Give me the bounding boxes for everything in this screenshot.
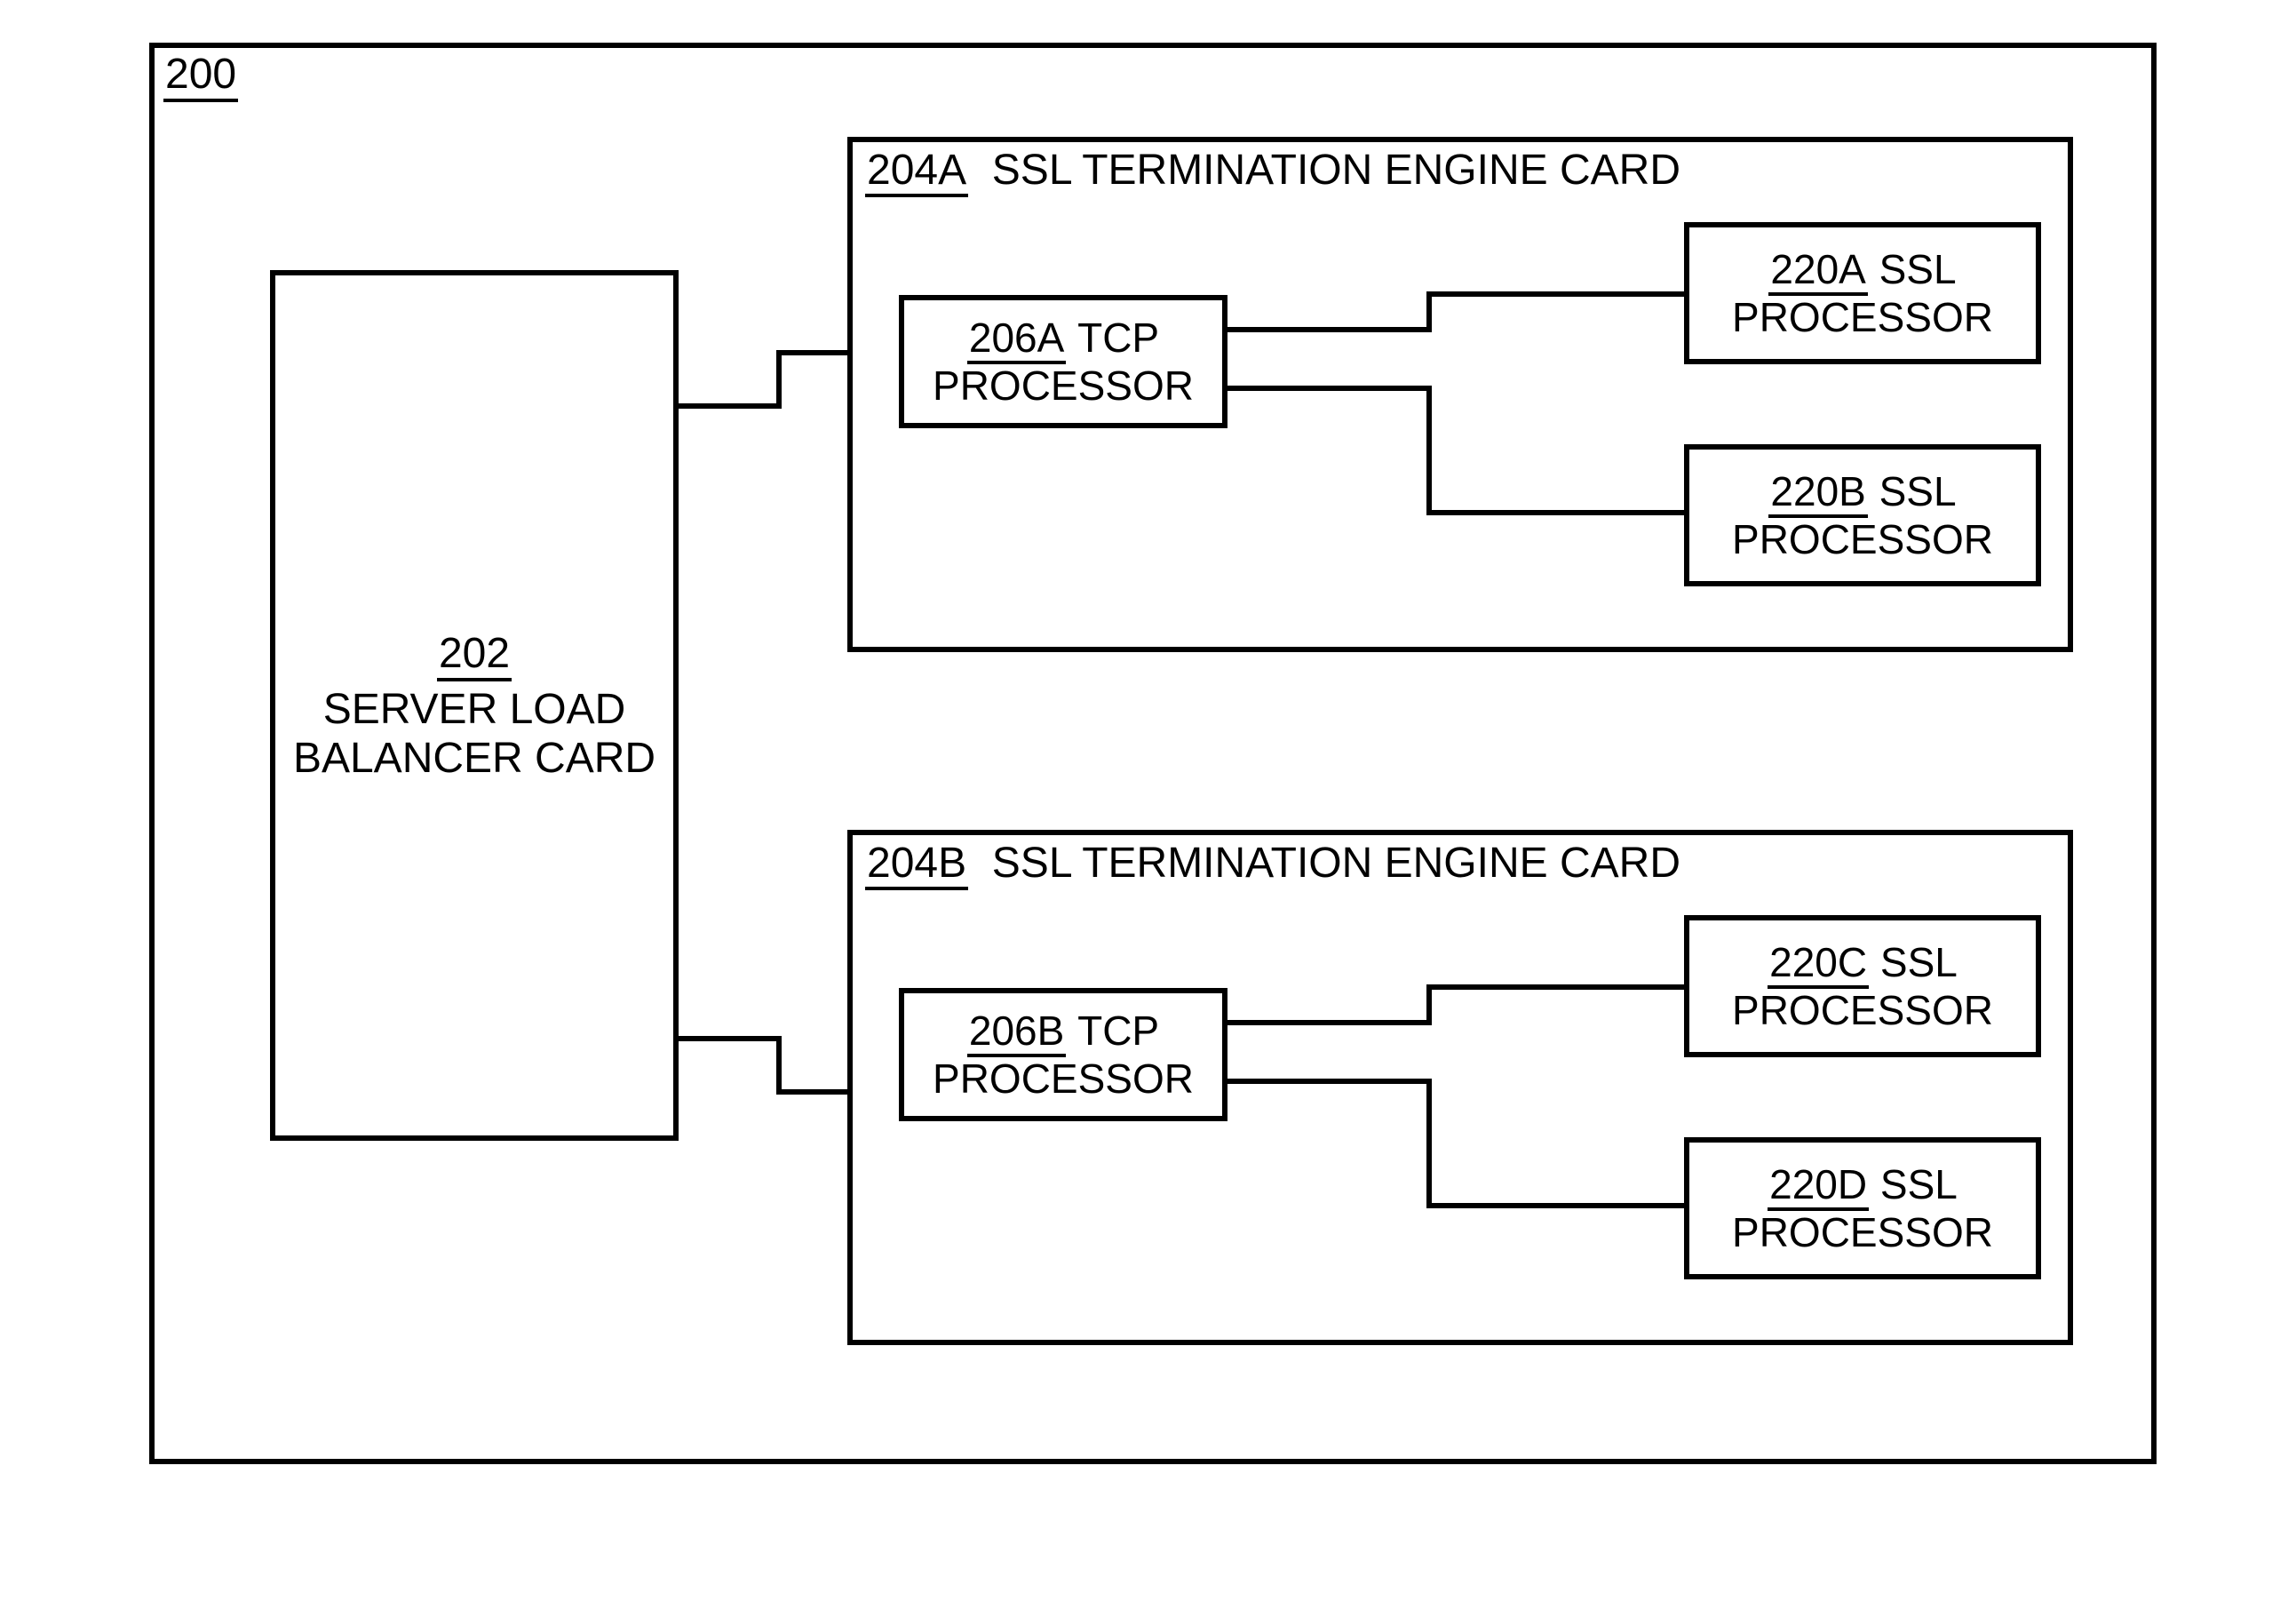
tcp-b-label-top: TCP bbox=[1077, 1008, 1159, 1054]
ssl-220a-label-bottom: PROCESSOR bbox=[1732, 293, 1993, 341]
ssl-processor-220b: 220B SSL PROCESSOR bbox=[1684, 444, 2041, 586]
connector-line bbox=[1426, 291, 1689, 297]
tcp-processor-a: 206A TCP PROCESSOR bbox=[899, 295, 1227, 428]
connector-line bbox=[1426, 291, 1432, 332]
connector-line bbox=[1227, 327, 1432, 332]
figure-number: 200 bbox=[163, 50, 238, 102]
ssl-processor-220a: 220A SSL PROCESSOR bbox=[1684, 222, 2041, 364]
ssl-termination-engine-card-b: 204B SSL TERMINATION ENGINE CARD 206B TC… bbox=[847, 830, 2073, 1345]
connector-line bbox=[1227, 386, 1432, 391]
connector-line bbox=[679, 403, 776, 409]
slb-ref: 202 bbox=[437, 629, 512, 681]
connector-line bbox=[776, 1036, 782, 1095]
ssl-220c-ref: 220C bbox=[1768, 939, 1869, 989]
figure-outer-box: 200 202 SERVER LOAD BALANCER CARD 204A S… bbox=[149, 43, 2157, 1464]
ssl-220b-label-top: SSL bbox=[1879, 468, 1957, 514]
tcp-b-ref: 206B bbox=[967, 1008, 1066, 1057]
tcp-processor-b: 206B TCP PROCESSOR bbox=[899, 988, 1227, 1121]
connector-line bbox=[776, 350, 847, 355]
ssl-processor-220c: 220C SSL PROCESSOR bbox=[1684, 915, 2041, 1057]
ssl-220d-label-bottom: PROCESSOR bbox=[1732, 1208, 1993, 1256]
ssl-220a-label-top: SSL bbox=[1879, 246, 1957, 292]
connector-line bbox=[1426, 984, 1689, 990]
engine-card-a-title: 204A SSL TERMINATION ENGINE CARD bbox=[865, 146, 1680, 195]
connector-line bbox=[1426, 1203, 1689, 1208]
ssl-220b-ref: 220B bbox=[1768, 468, 1867, 518]
ssl-220c-label-bottom: PROCESSOR bbox=[1732, 986, 1993, 1034]
tcp-a-label-top: TCP bbox=[1077, 315, 1159, 361]
engine-card-b-title-text: SSL TERMINATION ENGINE CARD bbox=[992, 840, 1680, 887]
ssl-220d-ref: 220D bbox=[1768, 1161, 1869, 1211]
ssl-220d-label-top: SSL bbox=[1880, 1161, 1958, 1207]
ssl-220a-ref: 220A bbox=[1768, 246, 1867, 296]
connector-line bbox=[1426, 1079, 1432, 1208]
engine-card-a-title-text: SSL TERMINATION ENGINE CARD bbox=[992, 147, 1680, 194]
ssl-220d-row1: 220D SSL bbox=[1768, 1160, 1958, 1208]
server-load-balancer-card: 202 SERVER LOAD BALANCER CARD bbox=[270, 270, 679, 1141]
connector-line bbox=[1426, 386, 1432, 515]
connector-line bbox=[1227, 1079, 1432, 1084]
connector-line bbox=[1227, 1020, 1432, 1025]
ssl-termination-engine-card-a: 204A SSL TERMINATION ENGINE CARD 206A TC… bbox=[847, 137, 2073, 652]
engine-card-a-ref: 204A bbox=[865, 147, 968, 197]
connector-line bbox=[1426, 510, 1689, 515]
engine-card-b-ref: 204B bbox=[865, 840, 968, 890]
engine-card-b-title: 204B SSL TERMINATION ENGINE CARD bbox=[865, 839, 1680, 888]
tcp-a-ref: 206A bbox=[967, 315, 1066, 364]
tcp-a-label-bottom: PROCESSOR bbox=[933, 362, 1194, 410]
ssl-processor-220d: 220D SSL PROCESSOR bbox=[1684, 1137, 2041, 1279]
connector-line bbox=[1426, 984, 1432, 1025]
tcp-a-row1: 206A TCP bbox=[967, 314, 1159, 362]
connector-line bbox=[679, 1036, 776, 1041]
tcp-b-row1: 206B TCP bbox=[967, 1007, 1159, 1055]
connector-line bbox=[776, 350, 782, 409]
tcp-b-label-bottom: PROCESSOR bbox=[933, 1055, 1194, 1103]
ssl-220a-row1: 220A SSL bbox=[1768, 245, 1956, 293]
ssl-220c-label-top: SSL bbox=[1880, 939, 1958, 985]
ssl-220b-label-bottom: PROCESSOR bbox=[1732, 515, 1993, 563]
slb-label-line2: BALANCER CARD bbox=[293, 734, 655, 783]
ssl-220b-row1: 220B SSL bbox=[1768, 467, 1956, 515]
slb-label-line1: SERVER LOAD bbox=[323, 685, 626, 734]
connector-line bbox=[776, 1089, 847, 1095]
ssl-220c-row1: 220C SSL bbox=[1768, 938, 1958, 986]
